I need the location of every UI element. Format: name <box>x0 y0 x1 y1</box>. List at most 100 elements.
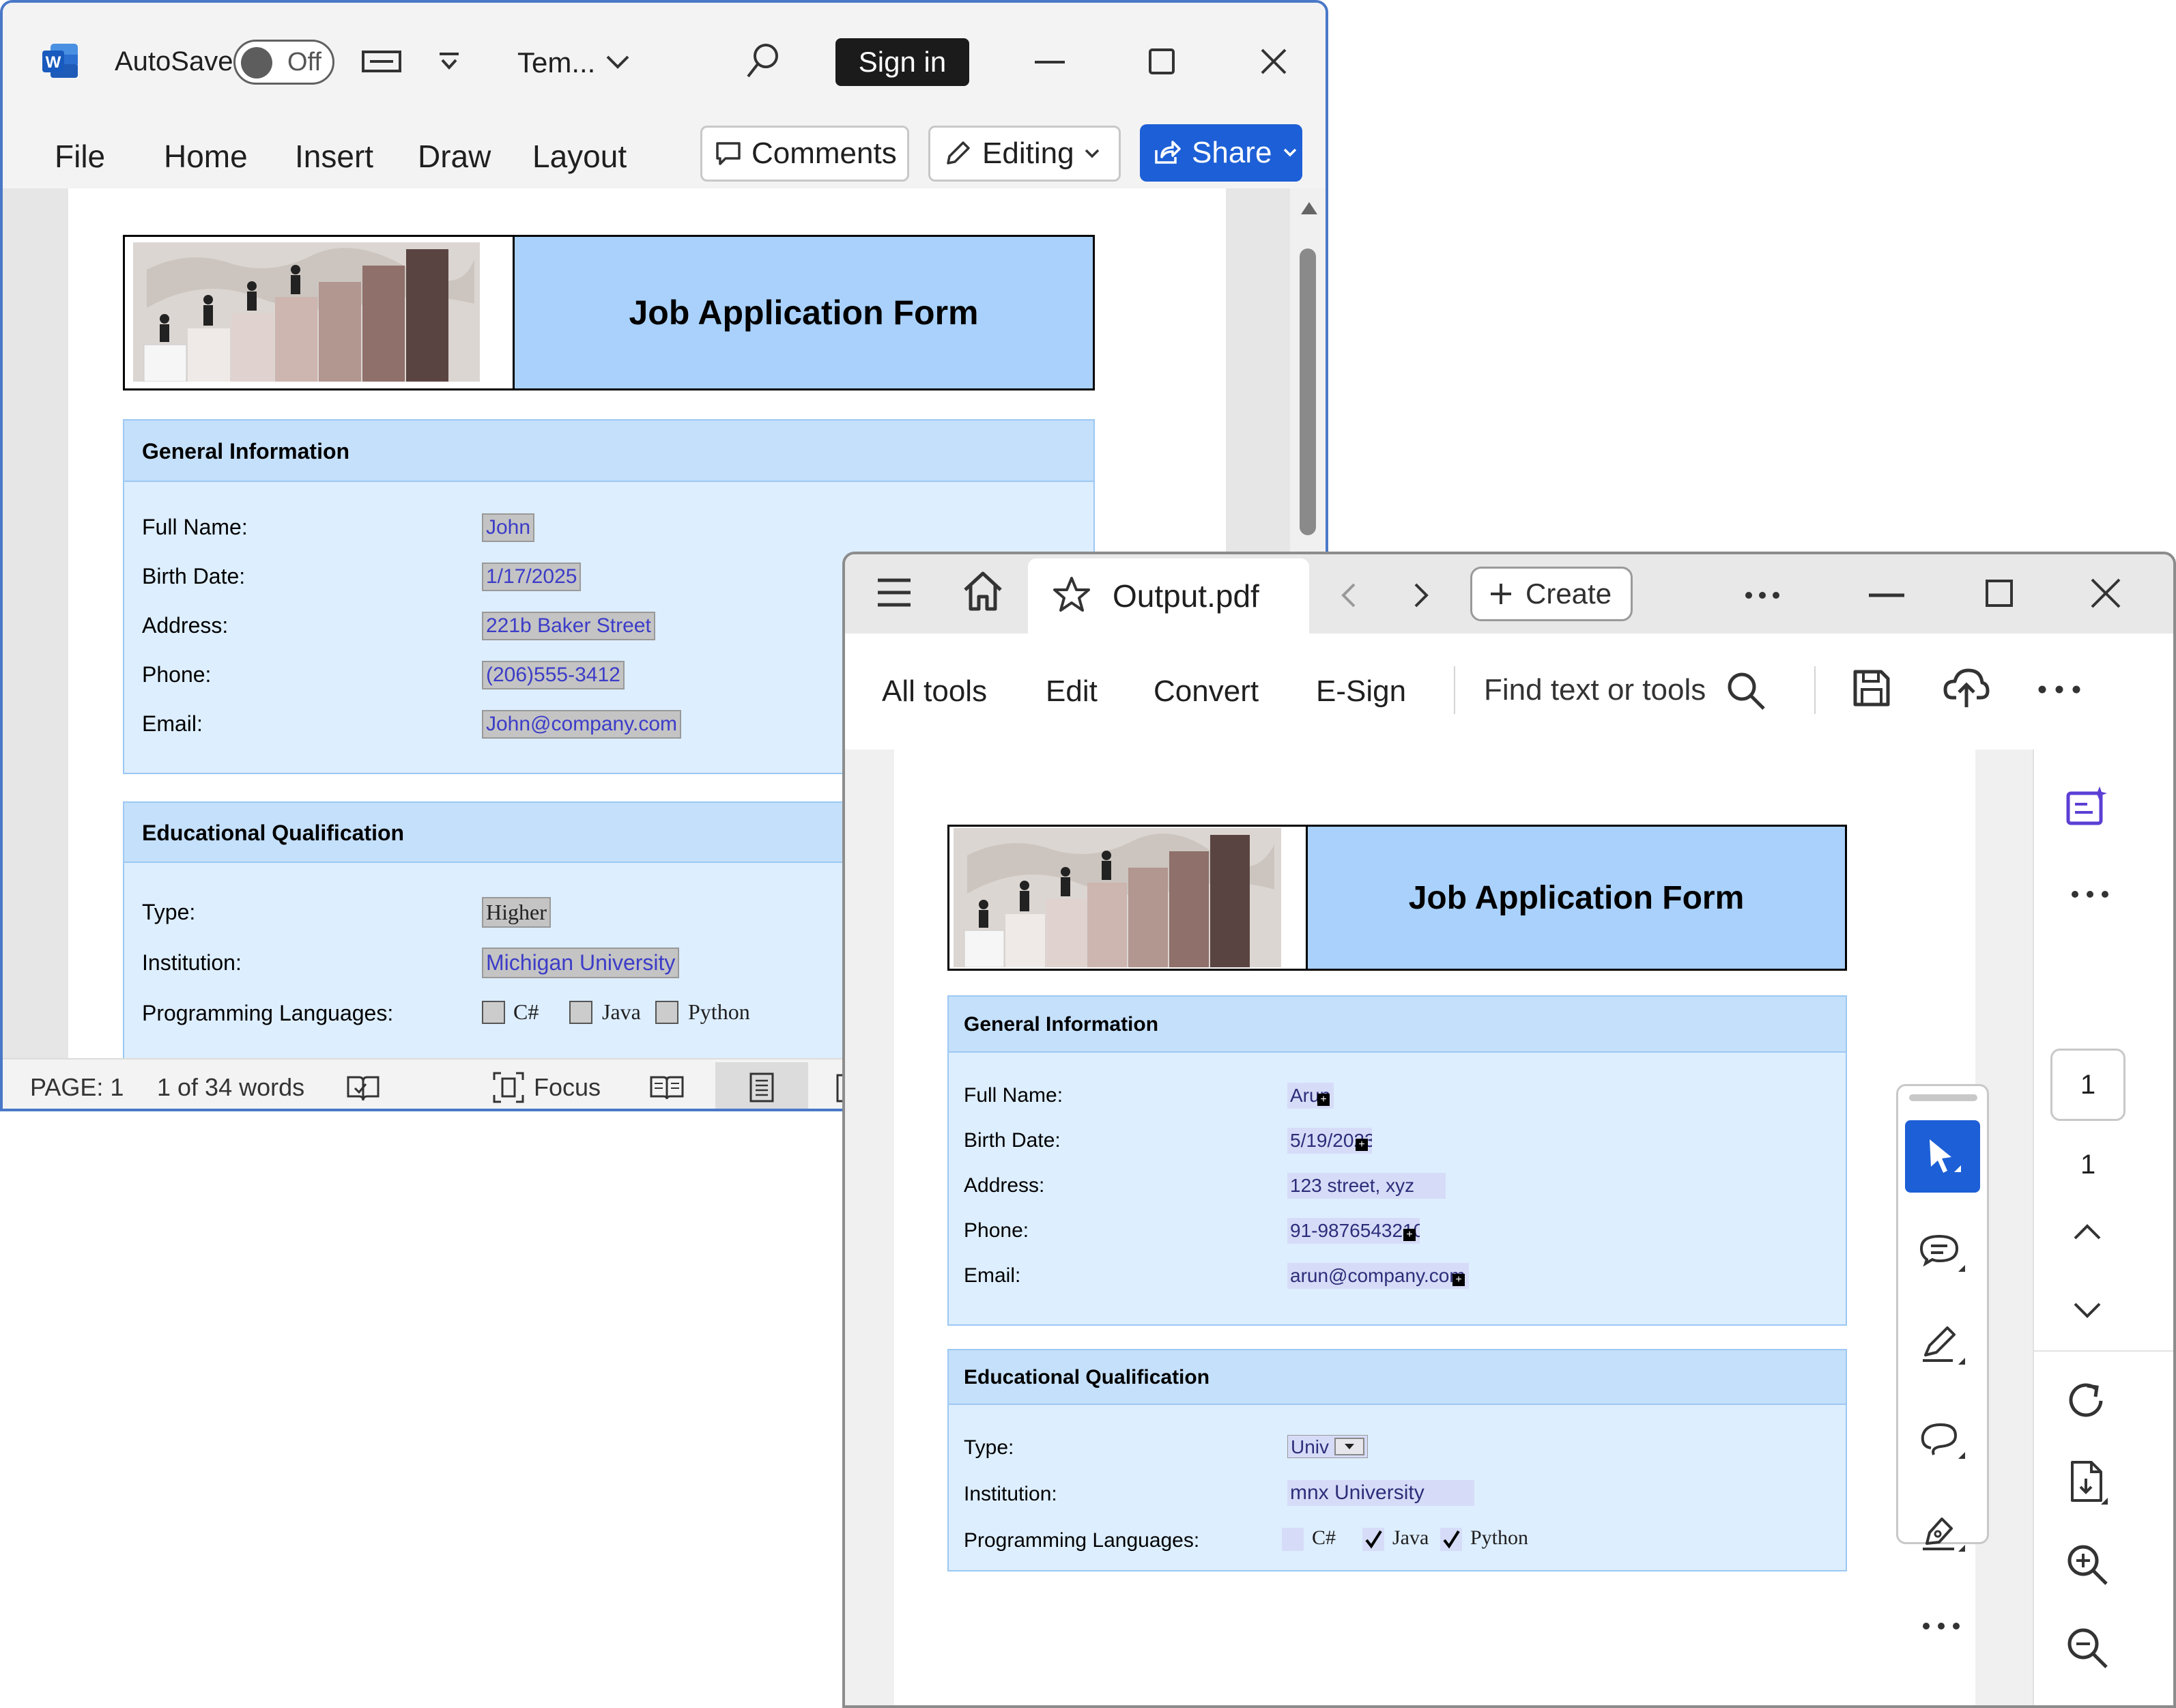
type-dropdown[interactable]: Univ <box>1287 1435 1368 1458</box>
focus-label[interactable]: Focus <box>534 1073 601 1102</box>
minimize-icon[interactable] <box>1869 593 1904 598</box>
phone-field[interactable]: (206)555-3412 <box>482 661 625 689</box>
overflow-plus-icon[interactable]: + <box>1403 1229 1416 1241</box>
word-count[interactable]: 1 of 34 words <box>157 1073 304 1102</box>
dropdown-arrow-icon[interactable] <box>1334 1438 1364 1455</box>
convert-menu[interactable]: Convert <box>1154 674 1259 709</box>
maximize-icon[interactable] <box>1148 48 1175 75</box>
divider <box>2034 1350 2173 1352</box>
address-field[interactable]: 123 street, xyz <box>1287 1173 1446 1199</box>
more-options-icon[interactable] <box>2038 685 2080 694</box>
share-icon <box>1155 141 1181 164</box>
birth-date-label: Birth Date: <box>964 1129 1061 1152</box>
comment-icon[interactable] <box>1920 1232 1966 1275</box>
career-steps-image <box>133 242 480 382</box>
csharp-checkbox[interactable] <box>1282 1528 1304 1551</box>
search-icon[interactable] <box>1726 670 1766 711</box>
chevron-down-icon[interactable] <box>2072 1301 2102 1320</box>
python-label: Python <box>688 999 750 1024</box>
tab-draw[interactable]: Draw <box>418 138 491 175</box>
document-title[interactable]: Tem... <box>517 46 595 79</box>
chevron-right-icon[interactable] <box>1412 582 1431 609</box>
chevron-down-icon[interactable] <box>605 53 631 71</box>
form-header: Job Application Form <box>123 235 1095 390</box>
freehand-draw-icon[interactable] <box>1920 1419 1966 1462</box>
search-icon[interactable] <box>744 41 782 82</box>
phone-field[interactable]: 91-9876543210 <box>1287 1218 1420 1244</box>
more-options-icon[interactable] <box>2071 890 2109 898</box>
form-title-cell: Job Application Form <box>1306 825 1847 971</box>
close-icon[interactable] <box>1260 48 1287 75</box>
more-options-icon[interactable] <box>1745 591 1780 599</box>
maximize-icon[interactable] <box>1985 579 2014 608</box>
share-button[interactable]: Share <box>1140 124 1302 182</box>
type-label: Type: <box>964 1436 1014 1459</box>
current-page-input[interactable]: 1 <box>2050 1049 2125 1121</box>
tab-layout[interactable]: Layout <box>532 138 627 175</box>
sign-pen-icon[interactable] <box>1920 1512 1966 1554</box>
java-checkbox[interactable] <box>569 1001 592 1024</box>
programming-languages-label: Programming Languages: <box>142 1001 394 1025</box>
minimize-icon[interactable] <box>1035 60 1065 64</box>
tab-insert[interactable]: Insert <box>295 138 373 175</box>
zoom-out-icon[interactable] <box>2065 1626 2109 1670</box>
rotate-icon[interactable] <box>2065 1379 2109 1423</box>
python-checkbox[interactable] <box>655 1001 678 1024</box>
csharp-checkbox[interactable] <box>482 1001 505 1024</box>
chevron-up-icon[interactable] <box>2072 1222 2102 1241</box>
type-dropdown[interactable]: Higher <box>482 897 551 928</box>
edit-menu[interactable]: Edit <box>1046 674 1098 709</box>
institution-field[interactable]: Michigan University <box>482 948 680 978</box>
scroll-thumb[interactable] <box>1300 248 1316 535</box>
star-icon[interactable] <box>1053 576 1091 613</box>
email-field[interactable]: John@company.com <box>482 710 682 739</box>
highlighter-icon[interactable] <box>1920 1325 1966 1367</box>
all-tools-menu[interactable]: All tools <box>882 674 987 709</box>
select-tool-button[interactable] <box>1905 1120 1980 1193</box>
print-layout-button[interactable] <box>715 1062 808 1109</box>
esign-menu[interactable]: E-Sign <box>1316 674 1406 709</box>
find-text-search[interactable]: Find text or tools <box>1484 673 1706 707</box>
document-tab[interactable]: Output.pdf <box>1028 558 1309 634</box>
overflow-plus-icon[interactable]: + <box>1452 1274 1465 1286</box>
read-aloud-book-icon[interactable] <box>345 1073 381 1103</box>
annotation-toolbar <box>1896 1084 1989 1552</box>
scroll-up-icon[interactable] <box>1300 201 1319 216</box>
layout-icon[interactable] <box>360 48 403 75</box>
full-name-field[interactable]: John <box>482 513 535 542</box>
autosave-toggle[interactable]: Off <box>233 40 334 85</box>
sign-in-button[interactable]: Sign in <box>835 38 969 86</box>
customize-toolbar-icon[interactable] <box>437 51 461 72</box>
institution-field[interactable]: mnx University <box>1287 1480 1474 1506</box>
save-icon[interactable] <box>1851 668 1892 709</box>
chevron-left-icon[interactable] <box>1339 582 1358 609</box>
create-button[interactable]: Create <box>1470 567 1633 621</box>
read-mode-icon[interactable] <box>648 1074 685 1102</box>
page-indicator[interactable]: PAGE: 1 <box>30 1073 124 1102</box>
overflow-plus-icon[interactable]: + <box>1317 1094 1330 1106</box>
extract-page-icon[interactable] <box>2065 1460 2109 1506</box>
create-label: Create <box>1526 578 1612 610</box>
drag-handle[interactable] <box>1909 1094 1977 1101</box>
editing-mode-button[interactable]: Editing <box>928 126 1121 182</box>
email-field[interactable]: arun@company.com <box>1287 1263 1469 1289</box>
tab-home[interactable]: Home <box>164 138 248 175</box>
focus-icon[interactable] <box>491 1070 526 1105</box>
zoom-in-icon[interactable] <box>2065 1543 2109 1586</box>
java-checkbox[interactable] <box>1362 1528 1384 1551</box>
comments-button[interactable]: Comments <box>700 126 909 182</box>
total-pages: 1 <box>2080 1150 2096 1180</box>
birth-date-field[interactable]: 1/17/2025 <box>482 563 582 591</box>
autosave-label: AutoSave <box>115 46 233 76</box>
python-checkbox[interactable] <box>1440 1528 1462 1551</box>
email-label: Email: <box>964 1264 1021 1287</box>
tab-file[interactable]: File <box>55 138 105 175</box>
hamburger-menu-icon[interactable] <box>876 578 912 608</box>
home-icon[interactable] <box>961 571 1005 612</box>
close-icon[interactable] <box>2090 578 2121 609</box>
address-field[interactable]: 221b Baker Street <box>482 612 655 640</box>
overflow-plus-icon[interactable]: + <box>1356 1139 1368 1151</box>
cloud-upload-icon[interactable] <box>1943 666 1990 710</box>
ai-assistant-icon[interactable] <box>2064 785 2110 829</box>
more-tools-icon[interactable] <box>1922 1622 1960 1630</box>
